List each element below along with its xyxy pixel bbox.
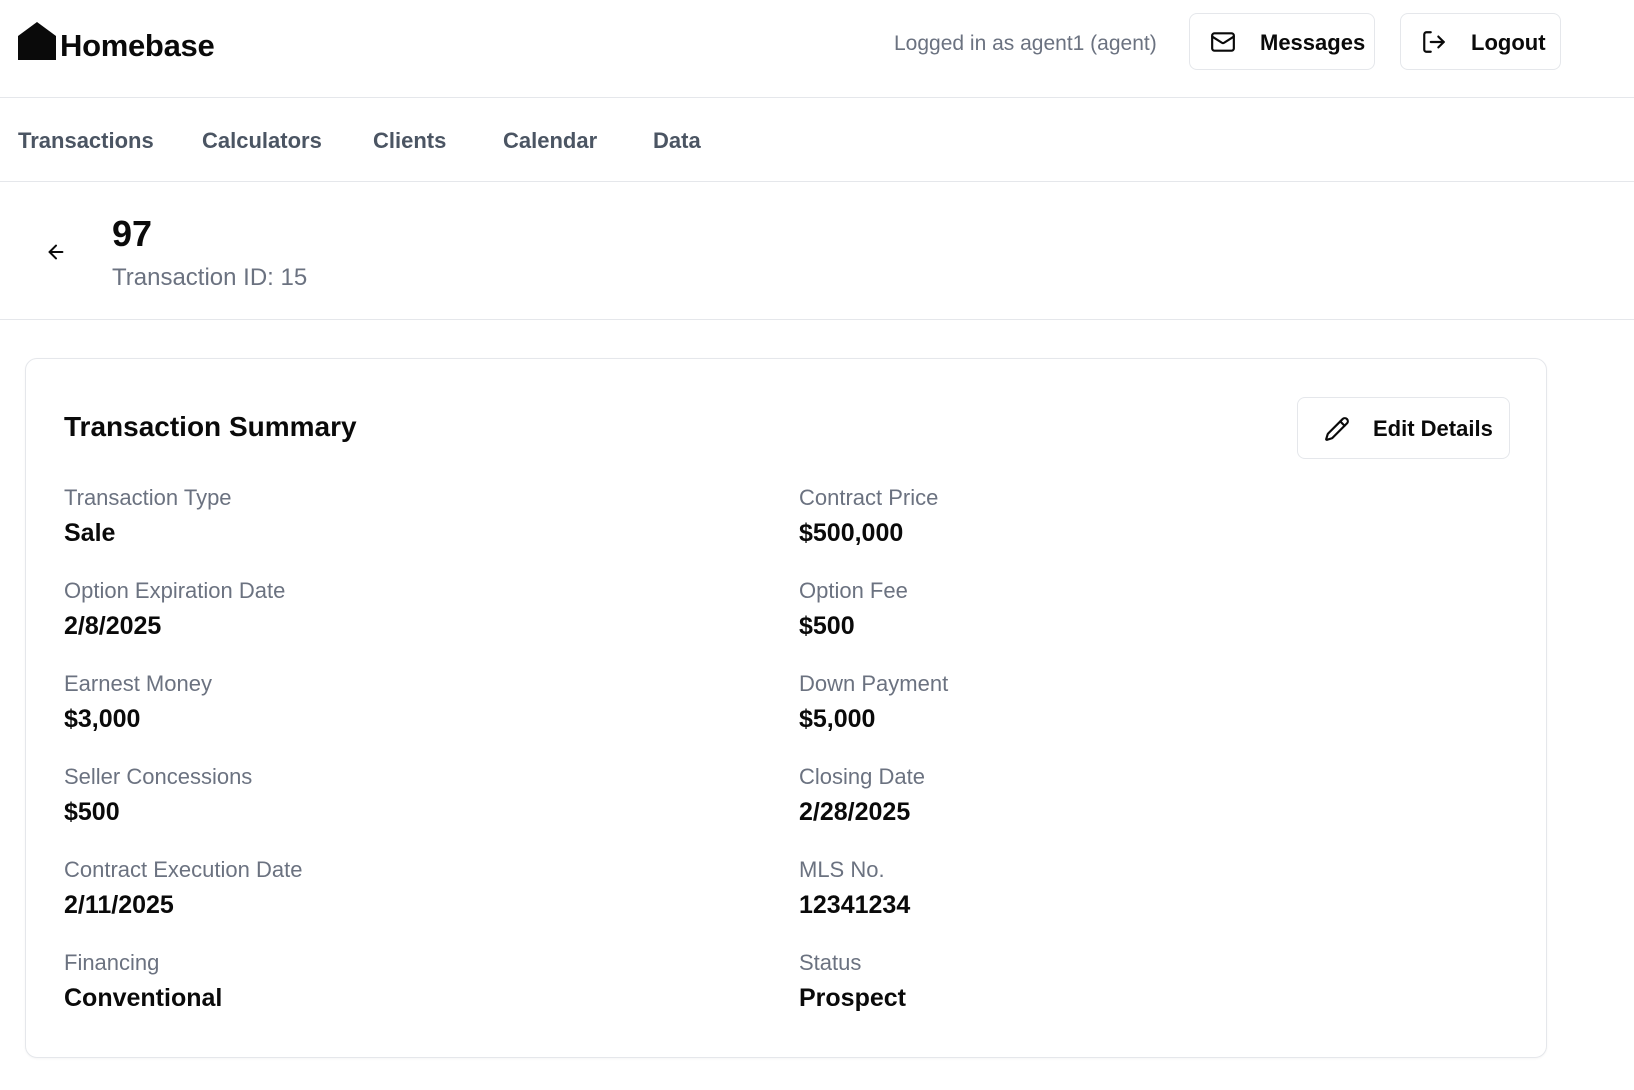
mail-icon — [1211, 32, 1235, 52]
transaction-summary-card: Transaction Summary Edit Details Transac… — [25, 358, 1547, 1058]
main-nav: Transactions Calculators Clients Calenda… — [0, 98, 1634, 182]
field-value: $500 — [64, 798, 120, 826]
nav-item-calculators[interactable]: Calculators — [202, 128, 322, 154]
card-title: Transaction Summary — [64, 411, 357, 442]
messages-button[interactable]: Messages — [1189, 13, 1375, 70]
field-value: 2/8/2025 — [64, 612, 162, 640]
messages-label: Messages — [1260, 30, 1366, 55]
login-status-text: Logged in as agent1 (agent) — [894, 32, 1157, 55]
arrow-left-icon — [48, 244, 64, 260]
field-value: 2/11/2025 — [64, 891, 174, 919]
field-label: Status — [799, 950, 862, 975]
house-icon — [18, 22, 56, 60]
field-label: Financing — [64, 950, 160, 975]
nav-item-data[interactable]: Data — [653, 128, 701, 154]
logout-label: Logout — [1471, 30, 1546, 55]
field-closing-date: Closing Date 2/28/2025 — [799, 764, 1399, 827]
field-value: $500 — [799, 612, 855, 640]
field-label: Contract Price — [799, 485, 939, 510]
field-status: Status Prospect — [799, 950, 1399, 1013]
field-financing: Financing Conventional — [64, 950, 664, 1013]
edit-details-label: Edit Details — [1373, 416, 1493, 441]
app-logo[interactable]: Homebase — [18, 22, 215, 63]
field-value: 2/28/2025 — [799, 798, 911, 826]
field-label: MLS No. — [799, 857, 885, 882]
field-value: Sale — [64, 519, 116, 547]
field-seller-concessions: Seller Concessions $500 — [64, 764, 664, 827]
logout-icon — [1423, 31, 1445, 53]
field-mls-number: MLS No. 12341234 — [799, 857, 1399, 920]
field-label: Transaction Type — [64, 485, 232, 510]
page-header: 97 Transaction ID: 15 — [0, 182, 1634, 320]
field-label: Closing Date — [799, 764, 925, 789]
field-label: Contract Execution Date — [64, 857, 303, 882]
edit-details-button[interactable]: Edit Details — [1297, 397, 1510, 459]
nav-item-transactions[interactable]: Transactions — [18, 128, 154, 154]
page-title: 97 — [112, 213, 153, 254]
nav-item-calendar[interactable]: Calendar — [503, 128, 597, 154]
field-option-fee: Option Fee $500 — [799, 578, 1399, 641]
field-value: Conventional — [64, 984, 223, 1012]
field-value: $3,000 — [64, 705, 141, 733]
field-contract-price: Contract Price $500,000 — [799, 485, 1399, 548]
app-name: Homebase — [60, 27, 215, 63]
transaction-id: Transaction ID: 15 — [112, 264, 308, 291]
top-header: Homebase Logged in as agent1 (agent) Mes… — [0, 0, 1634, 98]
field-value: $500,000 — [799, 519, 904, 547]
field-value: 12341234 — [799, 891, 911, 919]
field-value: Prospect — [799, 984, 906, 1012]
field-label: Option Fee — [799, 578, 908, 603]
field-label: Option Expiration Date — [64, 578, 286, 603]
field-contract-execution-date: Contract Execution Date 2/11/2025 — [64, 857, 664, 920]
nav-item-clients[interactable]: Clients — [373, 128, 446, 154]
field-down-payment: Down Payment $5,000 — [799, 671, 1399, 734]
field-earnest-money: Earnest Money $3,000 — [64, 671, 664, 734]
field-label: Earnest Money — [64, 671, 212, 696]
field-label: Seller Concessions — [64, 764, 253, 789]
pencil-icon — [1325, 417, 1349, 441]
field-transaction-type: Transaction Type Sale — [64, 485, 664, 548]
field-value: $5,000 — [799, 705, 876, 733]
field-option-expiration-date: Option Expiration Date 2/8/2025 — [64, 578, 664, 641]
back-button[interactable] — [40, 236, 72, 268]
logout-button[interactable]: Logout — [1400, 13, 1561, 70]
field-label: Down Payment — [799, 671, 949, 696]
